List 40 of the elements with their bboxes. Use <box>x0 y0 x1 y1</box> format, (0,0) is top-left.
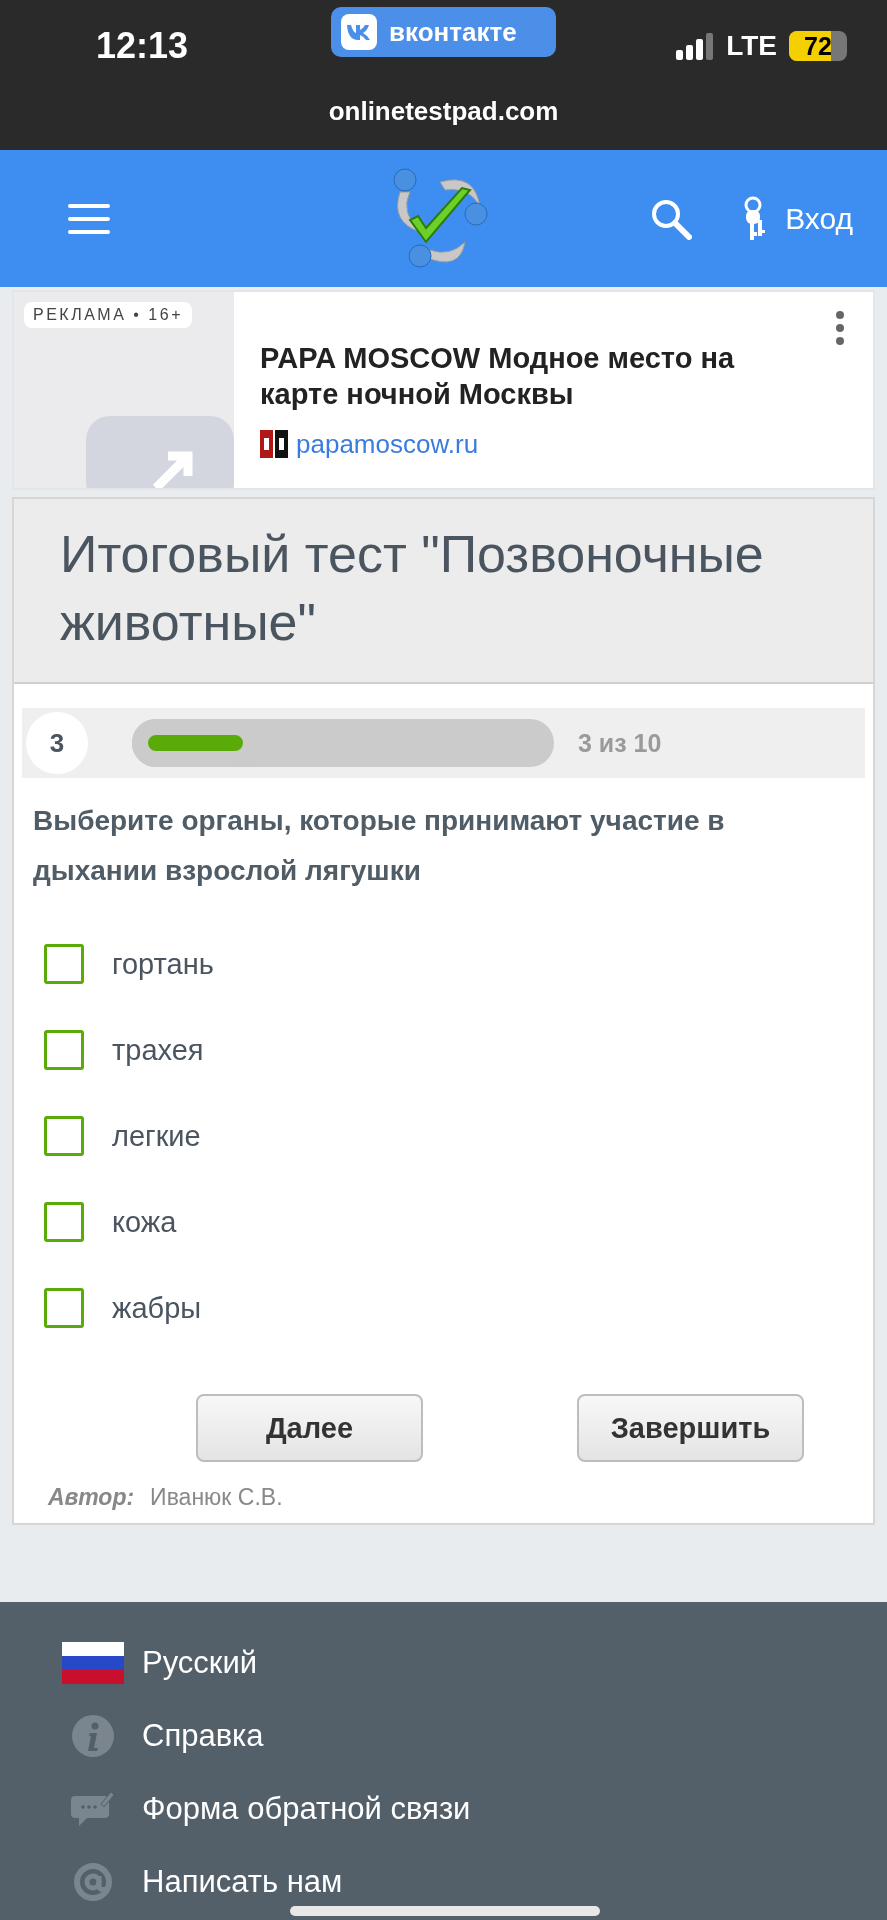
app-name: вконтакте <box>389 16 517 48</box>
footer-link[interactable]: Русский <box>62 1642 887 1684</box>
ad-title[interactable]: PAPA MOSCOW Модное место на карте ночной Москвы <box>260 340 780 413</box>
option-label[interactable]: жабры <box>112 1291 202 1325</box>
progress-text: 3 из 10 <box>578 728 662 758</box>
url-text[interactable]: onlinetestpad.com <box>328 96 559 127</box>
question-text: Выберите органы, которые принимают участие в дыхании взрослой лягушки <box>33 804 726 889</box>
test-title: Итоговый тест "Позвоночные животные" <box>60 524 765 653</box>
checkbox[interactable] <box>44 1116 84 1157</box>
next-button[interactable]: Далее <box>196 1394 423 1463</box>
ad-domain-link[interactable]: papamoscow.ru <box>260 428 815 460</box>
ad-label: РЕКЛАМА • 16+ <box>24 302 192 328</box>
finish-button[interactable]: Завершить <box>577 1394 804 1463</box>
network-type: LTE <box>726 30 777 62</box>
footer-link[interactable]: Справка <box>62 1715 887 1757</box>
author-label: Автор: <box>48 1484 135 1512</box>
option-label[interactable]: кожа <box>112 1205 177 1239</box>
checkbox[interactable] <box>44 1202 84 1243</box>
question-number: 3 <box>26 712 88 775</box>
footer-link[interactable]: Написать нам <box>62 1861 887 1903</box>
checkbox[interactable] <box>44 1030 84 1071</box>
at-sign-icon <box>72 1861 114 1903</box>
chat-icon <box>71 1790 115 1828</box>
clock-time: 12:13 <box>96 25 189 67</box>
checkbox[interactable] <box>44 1288 84 1329</box>
flag-icon <box>62 1642 124 1684</box>
author-name: Иванюк С.В. <box>150 1484 283 1512</box>
site-logo-icon <box>260 430 288 458</box>
footer-link[interactable]: Форма обратной связи <box>62 1788 887 1830</box>
checkbox[interactable] <box>44 944 84 985</box>
option-label[interactable]: гортань <box>112 947 214 981</box>
search-icon[interactable] <box>650 197 692 240</box>
menu-icon[interactable] <box>68 203 110 234</box>
battery-indicator: 72 <box>789 31 847 61</box>
vk-logo-icon <box>341 14 377 50</box>
info-icon <box>72 1715 114 1757</box>
signal-icon <box>676 32 715 60</box>
more-options-icon[interactable] <box>835 310 845 346</box>
option-label[interactable]: легкие <box>112 1119 201 1153</box>
option-label[interactable]: трахея <box>112 1033 204 1067</box>
